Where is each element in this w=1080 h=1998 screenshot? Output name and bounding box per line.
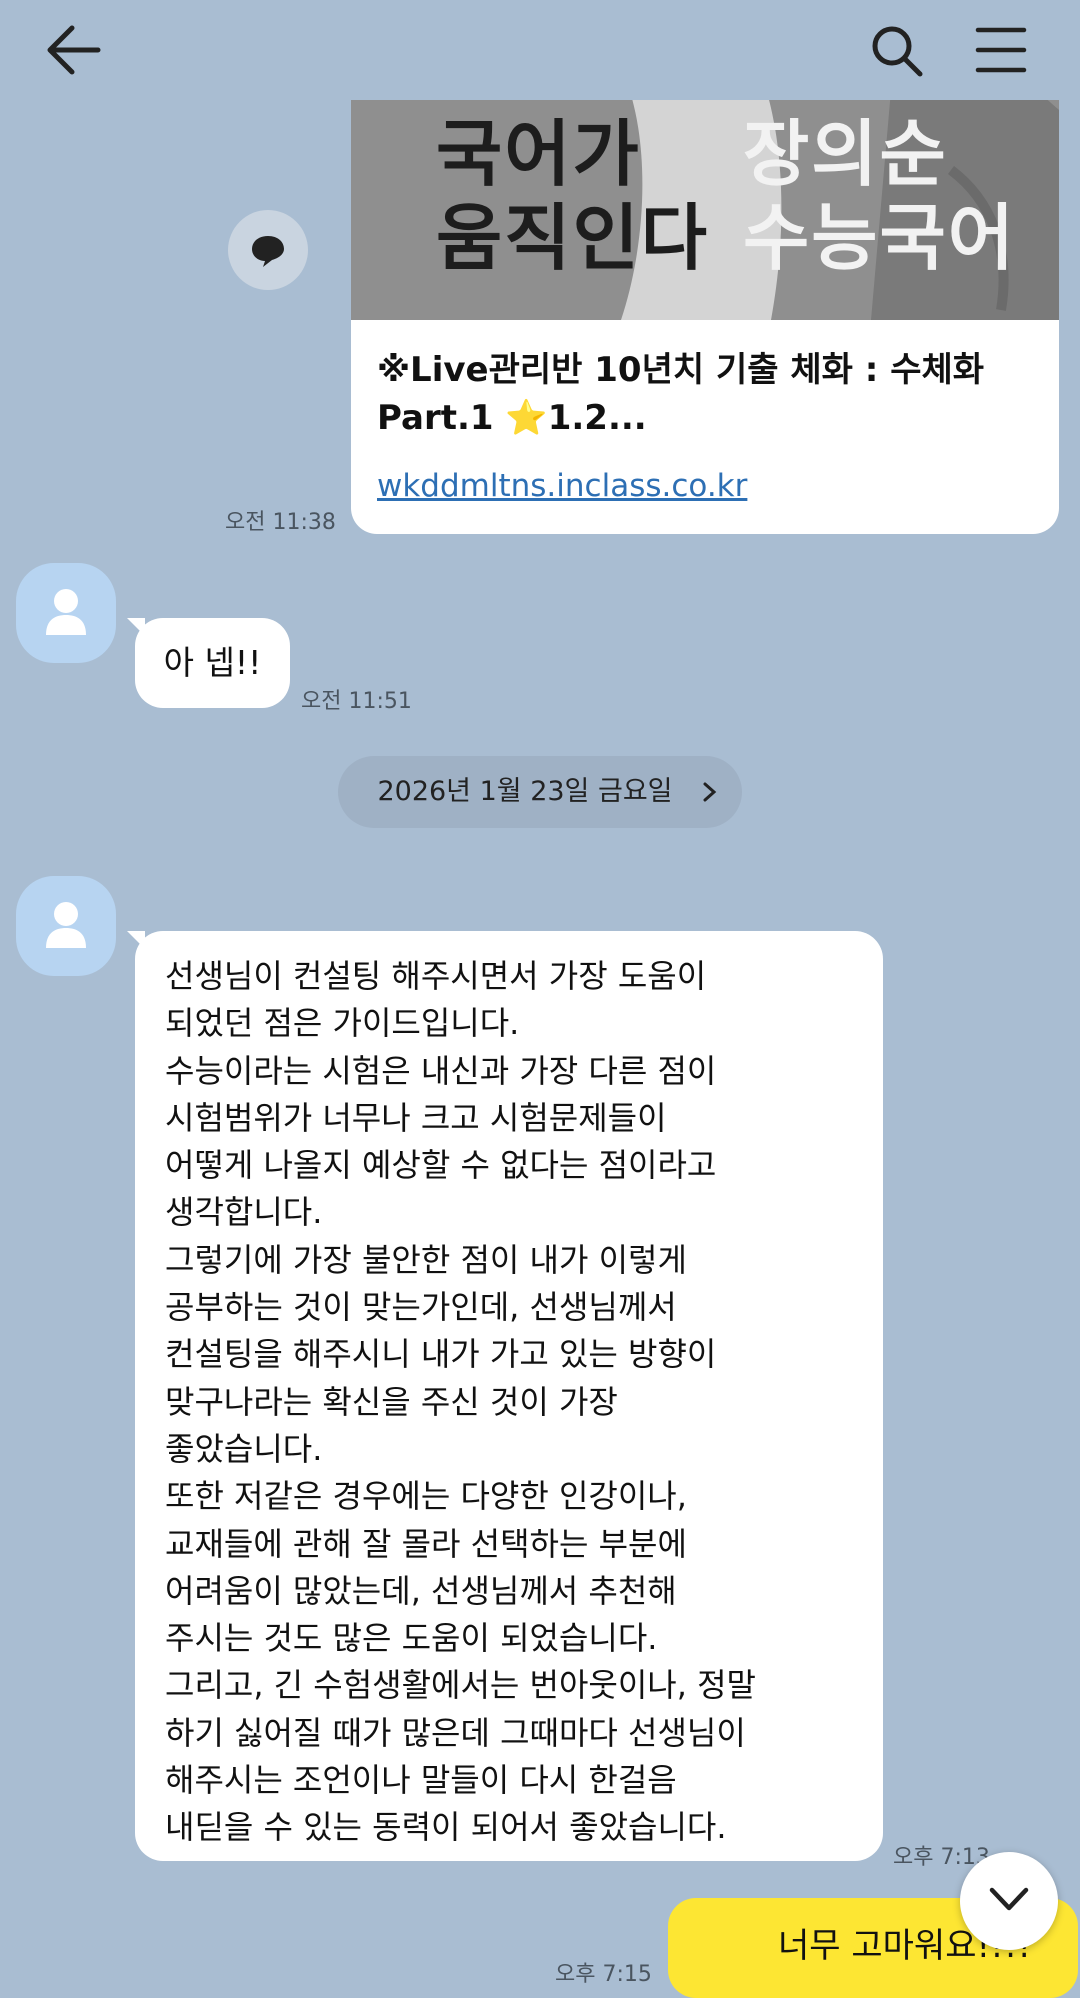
message-bubble[interactable]: 선생님이 컨설팅 해주시면서 가장 도움이 되었던 점은 가이드입니다. 수능이… — [135, 931, 883, 1861]
avatar[interactable] — [16, 876, 116, 976]
thumbnail-text-left: 국어가 움직인다 — [436, 112, 709, 280]
message-time: 오전 11:51 — [301, 689, 412, 714]
share-button[interactable] — [228, 210, 308, 290]
hamburger-menu-icon[interactable] — [972, 22, 1032, 78]
thumbnail-text-right: 장의순 수능국어 — [743, 112, 1016, 280]
message-time: 오전 11:38 — [225, 510, 336, 535]
date-divider[interactable]: 2026년 1월 23일 금요일 — [338, 756, 742, 828]
search-icon[interactable] — [868, 22, 928, 78]
back-arrow-icon[interactable] — [42, 22, 102, 78]
message-time: 오후 7:15 — [555, 1962, 652, 1987]
avatar[interactable] — [16, 563, 116, 663]
chevron-down-icon — [989, 1887, 1029, 1911]
link-title: ※Live관리반 10년치 기출 체화 : 수체화 Part.1 ⭐1.2... — [377, 350, 985, 438]
scroll-down-button[interactable] — [960, 1852, 1058, 1950]
link-preview-card[interactable]: 국어가 움직인다 장의순 수능국어 ※Live관리반 10년치 기출 체화 : … — [351, 50, 1059, 534]
link-url[interactable]: wkddmltns.inclass.co.kr — [377, 468, 747, 504]
top-bar — [0, 0, 1080, 100]
date-label: 2026년 1월 23일 금요일 — [377, 776, 673, 807]
message-bubble[interactable]: 아 넵!! — [135, 618, 290, 708]
chevron-right-icon — [702, 756, 718, 855]
